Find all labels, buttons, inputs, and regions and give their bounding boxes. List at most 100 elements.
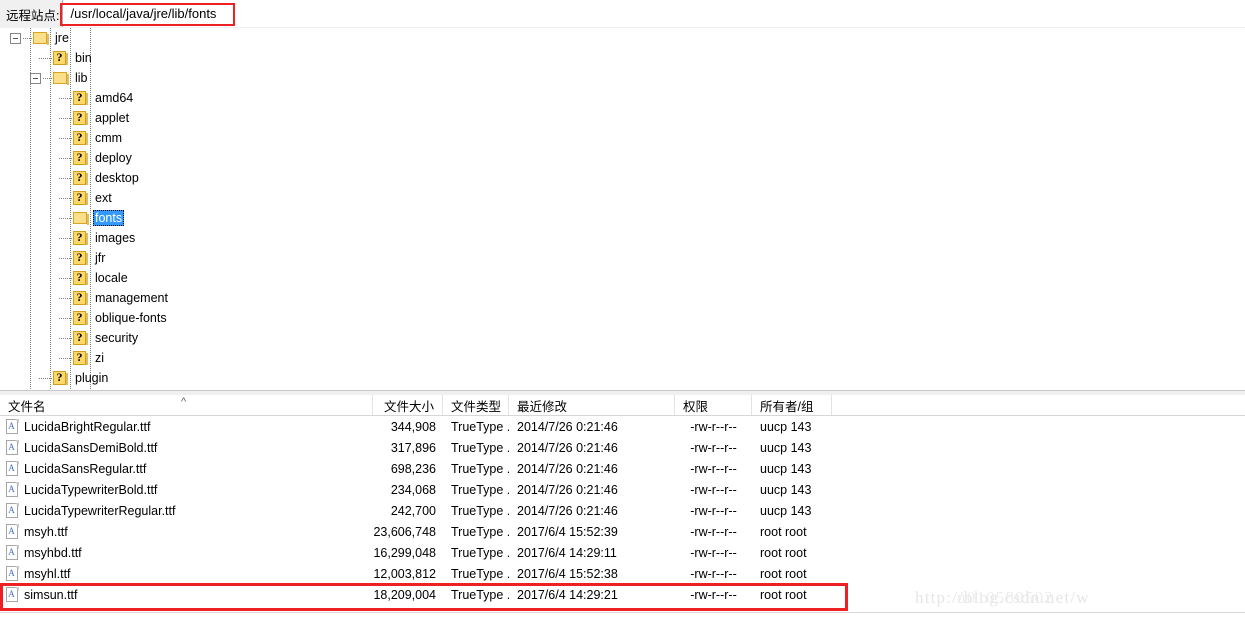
file-list-row[interactable]: A LucidaTypewriterBold.ttf 234,068 TrueType… <box>0 479 1245 500</box>
tree-item-jfr[interactable]: ? jfr <box>0 248 1245 268</box>
cell-filetype: TrueType ... <box>443 542 509 563</box>
column-header-owner[interactable]: 所有者/组 <box>752 395 832 415</box>
cell-permissions: -rw-r--r-- <box>675 521 752 542</box>
cell-modified-text: 2014/7/26 0:21:46 <box>517 503 618 518</box>
unknown-folder-icon: ? <box>73 270 89 285</box>
tree-item-amd64[interactable]: ? amd64 <box>0 88 1245 108</box>
cell-filetype: TrueType ... <box>443 563 509 584</box>
column-header-owner-label: 所有者/组 <box>760 399 814 414</box>
cell-owner-text: uucp 143 <box>760 503 812 518</box>
file-name-text: msyh.ttf <box>24 524 68 539</box>
cell-filetype: TrueType ... <box>443 584 509 605</box>
tree-item-ext[interactable]: ? ext <box>0 188 1245 208</box>
tree-item-security[interactable]: ? security <box>0 328 1245 348</box>
cell-owner: uucp 143 <box>752 500 832 521</box>
tree-item-images[interactable]: ? images <box>0 228 1245 248</box>
tree-collapse-icon[interactable] <box>10 32 21 44</box>
tree-item-cmm[interactable]: ? cmm <box>0 128 1245 148</box>
remote-path-input[interactable]: /usr/local/java/jre/lib/fonts <box>62 0 1245 27</box>
unknown-folder-icon: ? <box>73 110 89 125</box>
cell-permissions-text: -rw-r--r-- <box>690 524 737 539</box>
file-name-text: msyhl.ttf <box>24 566 71 581</box>
tree-item-label: security <box>95 331 139 345</box>
remote-file-list[interactable]: 文件名 ^ 文件大小 文件类型 最近修改 权限 所有者/组 A LucidaBri… <box>0 395 1245 609</box>
cell-filename: A LucidaTypewriterBold.ttf <box>0 479 373 500</box>
column-header-filename[interactable]: 文件名 ^ <box>0 395 373 415</box>
tree-connector <box>59 197 72 199</box>
tree-item-zi[interactable]: ? zi <box>0 348 1245 368</box>
tree-item-locale[interactable]: ? locale <box>0 268 1245 288</box>
tree-connector <box>59 317 72 319</box>
cell-filesize-text: 234,068 <box>390 482 436 497</box>
cell-filetype: TrueType ... <box>443 458 509 479</box>
column-header-modified-label: 最近修改 <box>517 399 568 414</box>
tree-item-oblique-fonts[interactable]: ? oblique-fonts <box>0 308 1245 328</box>
cell-filesize-text: 23,606,748 <box>373 524 436 539</box>
tree-item-applet[interactable]: ? applet <box>0 108 1245 128</box>
unknown-folder-icon: ? <box>73 90 89 105</box>
cell-modified-text: 2017/6/4 14:29:11 <box>517 545 617 560</box>
cell-modified-text: 2014/7/26 0:21:46 <box>517 440 618 455</box>
cell-modified: 2014/7/26 0:21:46 <box>509 416 675 437</box>
column-header-filesize[interactable]: 文件大小 <box>373 395 443 415</box>
cell-owner-text: uucp 143 <box>760 419 812 434</box>
tree-collapse-icon[interactable] <box>30 72 41 84</box>
tree-item-label: lib <box>75 71 88 85</box>
file-list-row[interactable]: A LucidaSansRegular.ttf 698,236 TrueType ..… <box>0 458 1245 479</box>
font-file-icon: A <box>6 566 19 581</box>
file-list-row[interactable]: Asimsun.ttf18,209,004TrueType ...2017/6/… <box>0 584 1245 605</box>
file-list-row[interactable]: Amsyhbd.ttf16,299,048TrueType ...2017/6/… <box>0 542 1245 563</box>
cell-permissions-text: -rw-r--r-- <box>690 566 737 581</box>
file-list-row[interactable]: Amsyhl.ttf12,003,812TrueType ...2017/6/4… <box>0 563 1245 584</box>
cell-owner-text: uucp 143 <box>760 482 812 497</box>
cell-filename: A LucidaBrightRegular.ttf <box>0 416 373 437</box>
cell-filesize: 18,209,004 <box>373 584 443 605</box>
column-header-modified[interactable]: 最近修改 <box>509 395 675 415</box>
file-list-row[interactable]: A LucidaTypewriterRegular.ttf 242,700 TrueT… <box>0 500 1245 521</box>
cell-filesize-text: 16,299,048 <box>373 545 436 560</box>
unknown-folder-icon: ? <box>73 130 89 145</box>
file-list-row[interactable]: A LucidaSansDemiBold.ttf 317,896 TrueType .… <box>0 437 1245 458</box>
file-list-row[interactable]: Amsyh.ttf23,606,748TrueType ...2017/6/4 … <box>0 521 1245 542</box>
cell-owner: uucp 143 <box>752 479 832 500</box>
tree-item-bin[interactable]: ? bin <box>0 48 1245 68</box>
cell-permissions-text: -rw-r--r-- <box>690 482 737 497</box>
file-list-row[interactable]: A LucidaBrightRegular.ttf 344,908 TrueType … <box>0 416 1245 437</box>
tree-item-label: zi <box>95 351 105 365</box>
font-file-icon: A <box>6 524 19 539</box>
file-list-rows: A LucidaBrightRegular.ttf 344,908 TrueType … <box>0 416 1245 605</box>
cell-modified-text: 2014/7/26 0:21:46 <box>517 482 618 497</box>
tree-item-jre[interactable]: jre <box>0 28 1245 48</box>
file-name-text: simsun.ttf <box>24 587 78 602</box>
path-input-wrap: /usr/local/java/jre/lib/fonts <box>62 0 1245 28</box>
tree-item-plugin[interactable]: ? plugin <box>0 368 1245 388</box>
column-header-filetype[interactable]: 文件类型 <box>443 395 509 415</box>
tree-connector <box>59 277 72 279</box>
tree-connector <box>59 137 72 139</box>
cell-permissions: -rw-r--r-- <box>675 500 752 521</box>
tree-connector <box>59 117 72 119</box>
tree-item-label: fonts <box>93 210 125 226</box>
cell-filesize-text: 12,003,812 <box>373 566 436 581</box>
unknown-folder-icon: ? <box>73 190 89 205</box>
tree-item-label: locale <box>95 271 128 285</box>
cell-permissions: -rw-r--r-- <box>675 416 752 437</box>
tree-item-deploy[interactable]: ? deploy <box>0 148 1245 168</box>
cell-filesize: 12,003,812 <box>373 563 443 584</box>
cell-owner: uucp 143 <box>752 416 832 437</box>
tree-item-management[interactable]: ? management <box>0 288 1245 308</box>
remote-directory-tree[interactable]: jre? bin lib ? amd64? applet? cmm? deploy? deskt… <box>0 28 1245 391</box>
tree-item-fonts[interactable]: fonts <box>0 208 1245 228</box>
tree-item-lib[interactable]: lib <box>0 68 1245 88</box>
column-header-permissions[interactable]: 权限 <box>675 395 752 415</box>
tree-item-desktop[interactable]: ? desktop <box>0 168 1245 188</box>
unknown-folder-icon: ? <box>73 150 89 165</box>
tree-connector <box>59 157 72 159</box>
cell-filetype: TrueType ... <box>443 500 509 521</box>
